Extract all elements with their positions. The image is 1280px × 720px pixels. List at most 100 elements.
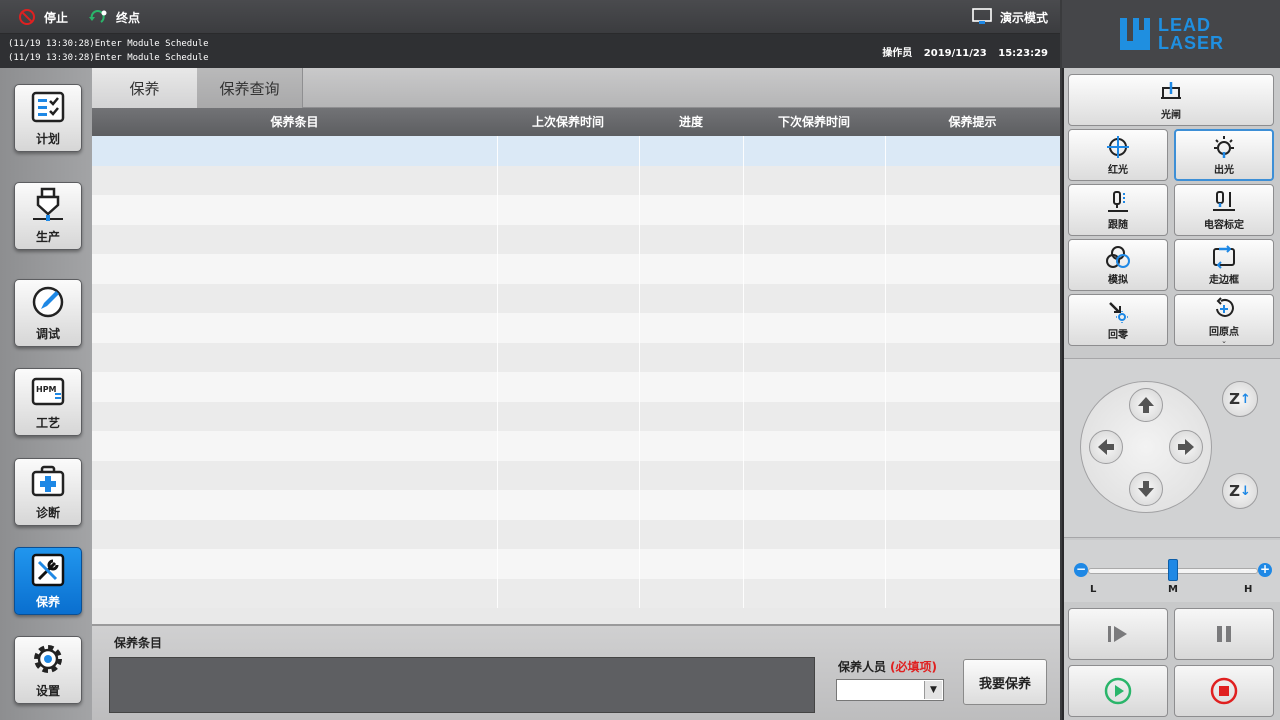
arrow-up-icon xyxy=(1138,397,1154,413)
jog-control-area: Z ↑ Z ↓ xyxy=(1064,358,1280,538)
step-button[interactable] xyxy=(1068,608,1168,660)
sidebar-item-production[interactable]: 生产 xyxy=(14,182,82,250)
start-button[interactable] xyxy=(1068,665,1168,717)
sidebar-item-label: 计划 xyxy=(35,132,60,146)
jog-pad xyxy=(1080,381,1212,513)
step-play-icon xyxy=(1108,626,1127,642)
end-point-button[interactable]: 终点 xyxy=(88,7,140,27)
z-down-button[interactable]: Z ↓ xyxy=(1222,473,1258,509)
move-down-button[interactable] xyxy=(1129,472,1163,506)
production-icon xyxy=(33,187,63,221)
pause-button[interactable] xyxy=(1174,608,1274,660)
sidebar-item-maintenance[interactable]: 保养 xyxy=(14,547,82,615)
program-control-area xyxy=(1064,602,1280,720)
current-date: 2019/11/23 xyxy=(923,48,987,59)
column-divider xyxy=(885,136,886,608)
table-row[interactable] xyxy=(92,549,1060,579)
table-row[interactable] xyxy=(92,490,1060,520)
table-row[interactable] xyxy=(92,165,1060,195)
move-left-button[interactable] xyxy=(1089,430,1123,464)
follow-label: 跟随 xyxy=(1108,219,1128,231)
sidebar-item-label: 生产 xyxy=(35,230,60,244)
person-select[interactable]: ▼ xyxy=(836,679,944,701)
sidebar-item-diagnose[interactable]: 诊断 xyxy=(14,458,82,526)
table-row[interactable] xyxy=(92,224,1060,254)
sidebar-item-plan[interactable]: 计划 xyxy=(14,84,82,152)
return-zero-button[interactable]: 回零 xyxy=(1068,294,1168,346)
table-row[interactable] xyxy=(92,401,1060,431)
table-body xyxy=(92,136,1060,608)
arrow-down-icon xyxy=(1138,481,1154,497)
column-header-tip[interactable]: 保养提示 xyxy=(885,108,1060,136)
table-header: 保养条目 上次保养时间 进度 下次保养时间 保养提示 xyxy=(92,108,1060,136)
table-row[interactable] xyxy=(92,342,1060,372)
diagnose-icon xyxy=(31,465,65,497)
play-icon xyxy=(1104,677,1132,705)
table-row[interactable] xyxy=(92,254,1060,284)
main-content: 保养 保养查询 保养条目 上次保养时间 进度 下次保养时间 保养提示 保养条目 … xyxy=(92,68,1060,720)
submit-maintenance-button[interactable]: 我要保养 xyxy=(963,659,1047,705)
table-row[interactable] xyxy=(92,195,1060,225)
speed-increase-button[interactable]: + xyxy=(1258,563,1272,577)
simulate-button[interactable]: 模拟 xyxy=(1068,239,1168,291)
table-row[interactable] xyxy=(92,460,1060,490)
follow-button[interactable]: 跟随 xyxy=(1068,184,1168,236)
speed-slider-handle[interactable] xyxy=(1168,559,1178,581)
stop-icon xyxy=(1210,677,1238,705)
shutter-button[interactable]: 光闸 xyxy=(1068,74,1274,126)
capacitance-calibrate-button[interactable]: 电容标定 xyxy=(1174,184,1274,236)
table-row[interactable] xyxy=(92,431,1060,461)
laser-out-button[interactable]: 出光 xyxy=(1174,129,1274,181)
return-zero-label: 回零 xyxy=(1108,329,1128,341)
table-row[interactable] xyxy=(92,283,1060,313)
column-header-next-time[interactable]: 下次保养时间 xyxy=(743,108,885,136)
frame-button[interactable]: 走边框 xyxy=(1174,239,1274,291)
log-line: (11/19 13:30:28)Enter Module Schedule xyxy=(8,39,209,49)
sidebar-item-settings[interactable]: 设置 xyxy=(14,636,82,704)
logo-mark-icon xyxy=(1119,18,1150,50)
return-arrow-icon xyxy=(89,10,107,23)
tab-maintenance-query[interactable]: 保养查询 xyxy=(197,68,303,108)
sidebar-item-label: 诊断 xyxy=(35,506,60,520)
table-row[interactable] xyxy=(92,313,1060,343)
table-row[interactable] xyxy=(92,372,1060,402)
top-bar: 停止 终点 演示模式 xyxy=(0,0,1060,34)
item-text-area[interactable] xyxy=(109,657,815,713)
follow-icon xyxy=(1108,190,1128,212)
tab-maintenance[interactable]: 保养 xyxy=(92,68,197,108)
logo-text-line1: LEAD xyxy=(1157,15,1211,35)
chevron-down-icon[interactable]: ▼ xyxy=(924,681,942,699)
operator-info: 操作员 2019/11/23 15:23:29 xyxy=(874,44,1048,59)
pause-icon xyxy=(1217,626,1231,642)
column-header-item[interactable]: 保养条目 xyxy=(92,108,497,136)
table-row[interactable] xyxy=(92,136,1060,166)
column-divider xyxy=(497,136,498,608)
plan-icon xyxy=(31,91,65,123)
sidebar-item-process[interactable]: HPM 工艺 xyxy=(14,368,82,436)
sidebar-item-debug[interactable]: 调试 xyxy=(14,279,82,347)
column-header-progress[interactable]: 进度 xyxy=(639,108,743,136)
sidebar-item-label: 调试 xyxy=(35,327,60,341)
laser-out-icon xyxy=(1214,135,1234,158)
debug-icon xyxy=(32,286,64,318)
stop-button[interactable]: 停止 xyxy=(18,7,68,27)
red-light-button[interactable]: 红光 xyxy=(1068,129,1168,181)
move-right-button[interactable] xyxy=(1169,430,1203,464)
end-label: 终点 xyxy=(116,10,141,25)
speed-decrease-button[interactable]: − xyxy=(1074,563,1088,577)
log-line: (11/19 13:30:28)Enter Module Schedule xyxy=(8,53,209,63)
arrow-down-icon: ↓ xyxy=(1239,483,1251,499)
table-row[interactable] xyxy=(92,578,1060,608)
table-row[interactable] xyxy=(92,519,1060,549)
demo-mode-button[interactable]: 演示模式 xyxy=(972,7,1048,27)
required-label: (必填项) xyxy=(890,660,937,674)
move-up-button[interactable] xyxy=(1129,388,1163,422)
return-origin-button[interactable]: 回原点 ⌄ xyxy=(1174,294,1274,346)
laser-out-label: 出光 xyxy=(1214,164,1234,176)
column-header-last-time[interactable]: 上次保养时间 xyxy=(497,108,639,136)
z-down-label: Z xyxy=(1229,482,1240,500)
return-origin-icon xyxy=(1216,296,1234,317)
stop-program-button[interactable] xyxy=(1174,665,1274,717)
z-up-button[interactable]: Z ↑ xyxy=(1222,381,1258,417)
monitor-icon xyxy=(972,8,992,24)
